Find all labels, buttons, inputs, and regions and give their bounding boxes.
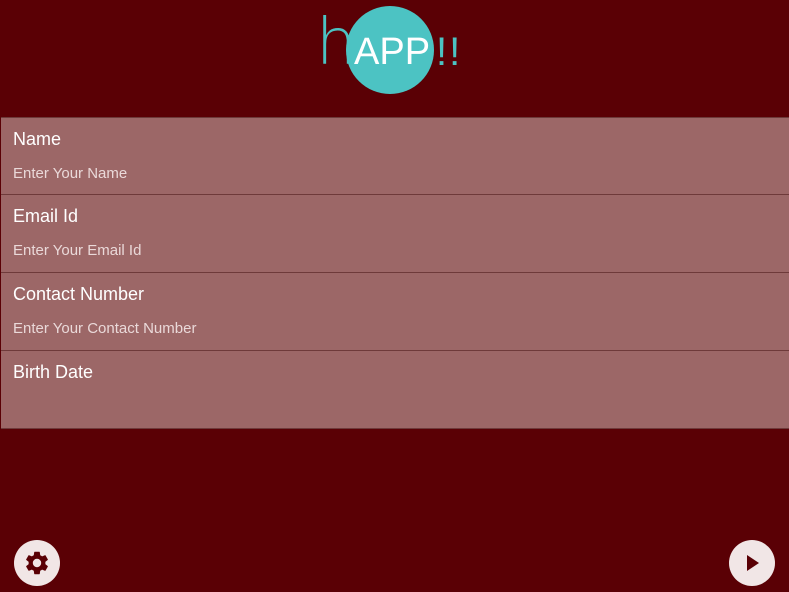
birth-date-field-row[interactable]: Birth Date <box>1 351 789 429</box>
contact-field-row: Contact Number <box>1 273 789 351</box>
logo-exclamation: !! <box>436 30 463 74</box>
name-label: Name <box>13 129 62 149</box>
gear-icon <box>26 551 48 575</box>
contact-number-label: Contact Number <box>13 284 145 304</box>
birth-date-label: Birth Date <box>13 362 94 382</box>
next-button[interactable] <box>729 540 775 586</box>
play-icon <box>747 555 759 571</box>
registration-screen: h APP !! Name Email Id Contact Number Bi… <box>0 0 789 592</box>
settings-button[interactable] <box>14 540 60 586</box>
name-input[interactable] <box>13 160 773 186</box>
email-label: Email Id <box>13 206 79 226</box>
contact-number-input[interactable] <box>13 315 773 341</box>
logo-letter-h: h <box>316 6 357 80</box>
logo-app-text: APP <box>354 31 431 73</box>
app-logo: h APP !! <box>316 6 476 96</box>
birth-date-input[interactable] <box>13 393 773 419</box>
email-field-row: Email Id <box>1 195 789 273</box>
name-field-row: Name <box>1 117 789 195</box>
email-input[interactable] <box>13 237 773 263</box>
profile-form: Name Email Id Contact Number Birth Date <box>1 117 789 429</box>
